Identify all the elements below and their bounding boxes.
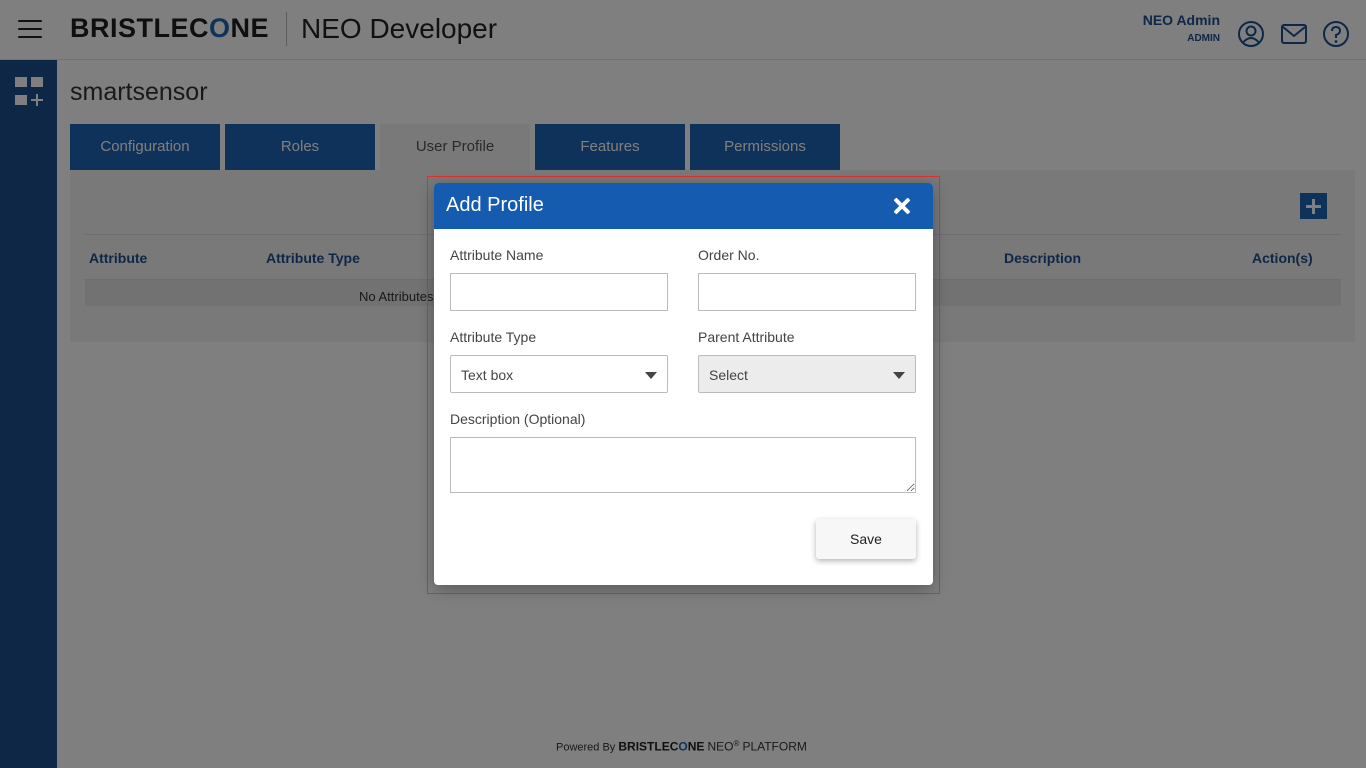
attribute-type-label: Attribute Type [450,329,537,345]
add-profile-dialog: Add Profile Attribute Name Order No. Att… [434,183,933,585]
description-label: Description (Optional) [450,411,586,427]
attribute-type-select[interactable]: Text box [450,355,668,393]
order-no-label: Order No. [698,247,760,263]
dialog-header: Add Profile [434,183,933,229]
description-textarea[interactable] [450,437,916,493]
chevron-down-icon [645,372,657,379]
attribute-type-value: Text box [461,367,514,383]
parent-attribute-label: Parent Attribute [698,329,795,345]
attribute-name-input[interactable] [450,273,668,311]
save-button[interactable]: Save [816,519,916,559]
dialog-title: Add Profile [446,194,544,216]
parent-attribute-select[interactable]: Select [698,355,916,393]
parent-attribute-value: Select [709,367,748,383]
attribute-name-label: Attribute Name [450,247,544,263]
close-icon[interactable] [892,196,912,216]
order-no-input[interactable] [698,273,916,311]
chevron-down-icon [893,372,905,379]
